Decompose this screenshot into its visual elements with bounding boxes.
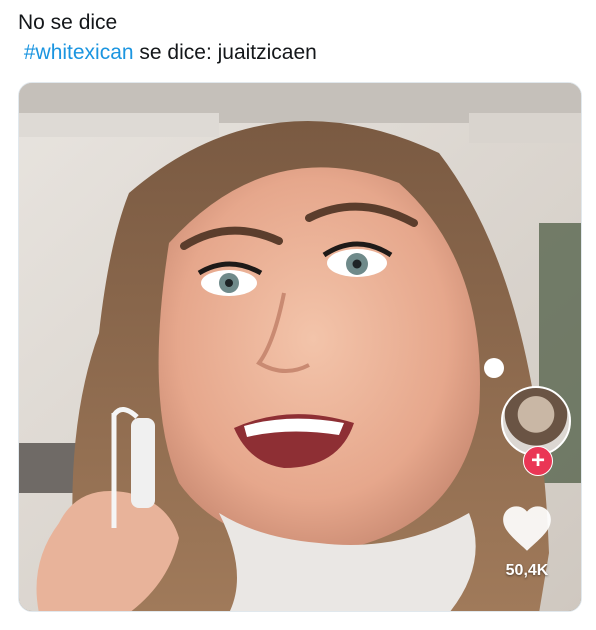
creator-avatar-group[interactable]: + [501, 386, 571, 476]
tweet-line-2-text: se dice: juaitzicaen [133, 41, 317, 64]
follow-plus-icon[interactable]: + [523, 446, 553, 476]
tweet-line-1: No se dice [18, 11, 118, 34]
hashtag-link[interactable]: #whitexican [24, 41, 134, 64]
like-count: 50,4K [505, 562, 549, 579]
heart-icon[interactable] [499, 503, 555, 553]
tweet-text: No se dice #whitexican se dice: juaitzic… [18, 8, 578, 68]
tweet-line-2: #whitexican se dice: juaitzicaen [18, 38, 578, 68]
like-group[interactable]: 50,4K [487, 503, 567, 580]
video-media[interactable]: + 50,4K [18, 82, 582, 612]
